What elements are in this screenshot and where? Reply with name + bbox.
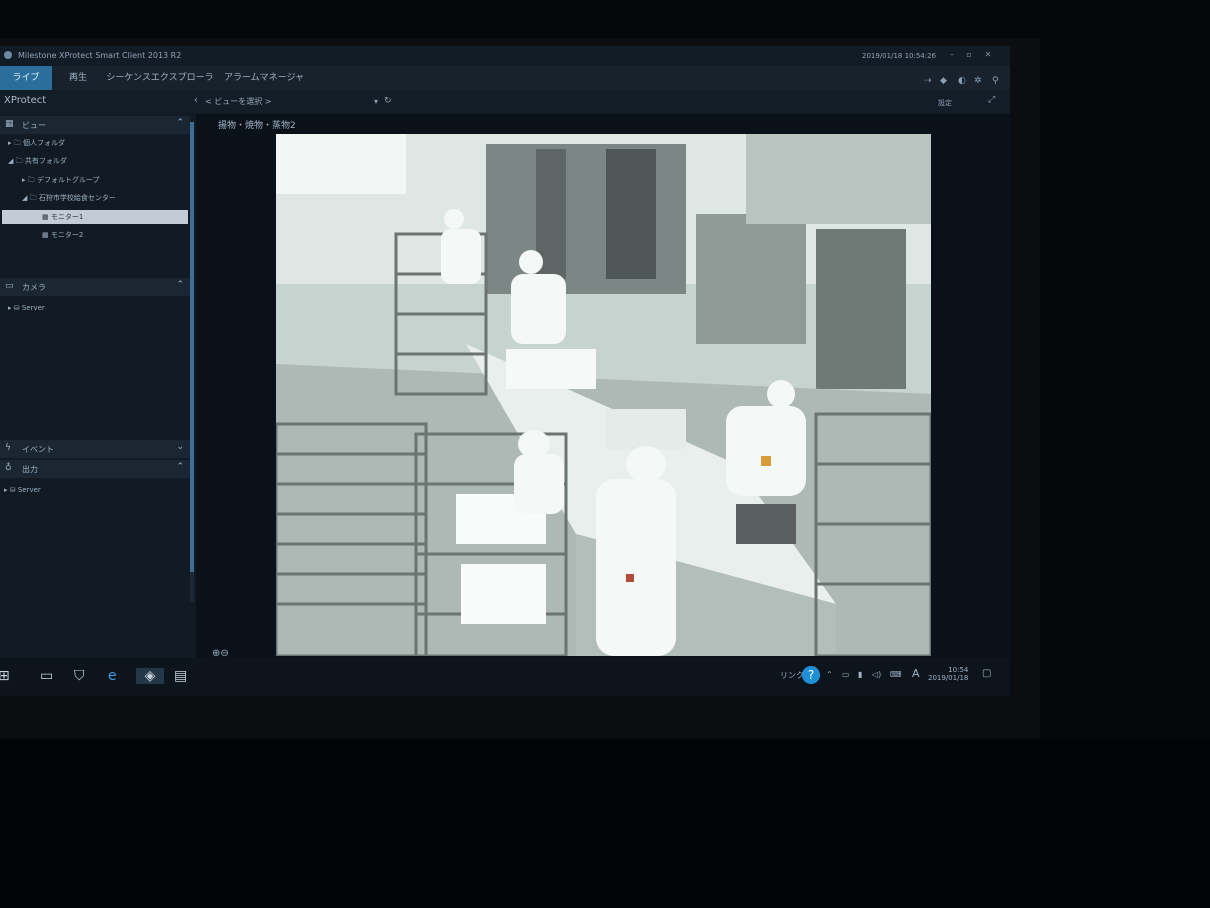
views-panel-header[interactable]: ▦ ビュー ⌃ (0, 116, 190, 134)
camera-icon: ▭ (5, 281, 14, 291)
event-panel-header[interactable]: ϟ イベント ⌄ (0, 440, 190, 458)
tree-item-label: 共有フォルダ (24, 157, 67, 165)
chevron-up-icon[interactable]: ⌃ (826, 670, 833, 679)
tree-item-private-folder[interactable]: ▸ 🗀 個人フォルダ (8, 138, 65, 152)
notification-icon[interactable]: ▢ (982, 668, 991, 679)
flow-icon[interactable]: ⇢ (924, 76, 932, 88)
main-tabs: ライブ 再生 シーケンスエクスプローラ アラームマネージャ (0, 66, 1010, 90)
camera-feed[interactable] (276, 134, 931, 656)
tree-item-camera-server[interactable]: ▸ ⛁ Server (8, 304, 45, 318)
setup-button[interactable]: 設定 (938, 98, 952, 108)
tree-item-output-server[interactable]: ▸ ⛁ Server (4, 486, 41, 500)
camera-title: 揚物・焼物・蒸物2 (218, 121, 296, 131)
camera-panel-title: カメラ (22, 283, 46, 292)
camera-feed-image (276, 134, 931, 656)
camera-panel-header[interactable]: ▭ カメラ ⌃ (0, 278, 190, 296)
tree-item-label: モニター1 (50, 213, 84, 221)
pin-icon[interactable]: ◆ (940, 76, 947, 88)
tab-alarm-manager[interactable]: アラームマネージャ (216, 66, 312, 90)
tree-item-default-group[interactable]: ▸ 🗀 デフォルトグループ (22, 175, 100, 189)
app-name: XProtect (4, 95, 47, 106)
lightning-icon: ϟ (5, 443, 11, 453)
file-explorer-icon[interactable]: ▭ (40, 668, 53, 684)
network-icon[interactable]: ▭ (842, 670, 850, 679)
edge-icon[interactable]: e (108, 668, 117, 684)
monitor-screen: Milestone XProtect Smart Client 2013 R2 … (0, 46, 1010, 696)
start-icon[interactable]: ⊞ (0, 668, 10, 684)
help-icon[interactable]: ⚲ (992, 76, 999, 88)
tree-item-label: デフォルトグループ (36, 176, 100, 184)
tree-item-center[interactable]: ◢ 🗀 石狩市学校給食センター (22, 193, 116, 207)
link-label[interactable]: リンク (780, 670, 804, 681)
chevron-up-icon[interactable]: ⌃ (176, 118, 184, 128)
tree-item-shared-folder[interactable]: ◢ 🗀 共有フォルダ (8, 156, 67, 170)
refresh-icon[interactable]: ↻ (384, 96, 392, 106)
scrollbar-thumb[interactable] (190, 122, 194, 572)
tree-item-label: 個人フォルダ (22, 139, 65, 147)
tray-date: 2019/01/18 (928, 674, 969, 682)
fullscreen-icon[interactable]: ⤢ (988, 95, 995, 105)
title-bar: Milestone XProtect Smart Client 2013 R2 … (0, 46, 1010, 66)
gear-icon[interactable]: ✲ (974, 76, 982, 88)
output-panel-title: 出力 (22, 465, 38, 474)
output-panel-header[interactable]: ♁ 出力 ⌃ (0, 460, 190, 478)
tree-item-monitor2[interactable]: ▦ モニター2 (42, 230, 83, 244)
tab-live[interactable]: ライブ (0, 66, 52, 90)
battery-icon[interactable]: ▮ (858, 670, 862, 679)
view-header: XProtect ‹ < ビューを選択 > ▾ ↻ 設定 ⤢ (0, 90, 1010, 114)
xprotect-taskbar-icon[interactable]: ◈ (136, 668, 164, 684)
window-title: Milestone XProtect Smart Client 2013 R2 (18, 51, 182, 60)
grid-icon: ▦ (5, 119, 14, 129)
tab-playback[interactable]: 再生 (52, 66, 104, 90)
view-select-dropdown[interactable]: < ビューを選択 > (205, 96, 272, 107)
left-pane: ▦ ビュー ⌃ ▸ 🗀 個人フォルダ ◢ 🗀 共有フォルダ ▸ 🗀 デフォルトグ… (0, 114, 196, 676)
event-panel-title: イベント (22, 445, 54, 454)
info-icon[interactable]: ◐ (958, 76, 966, 88)
title-clock: 2019/01/18 10:54:26 (862, 52, 937, 60)
close-icon[interactable]: ✕ (981, 50, 995, 62)
left-scrollbar[interactable] (190, 122, 194, 602)
store-icon[interactable]: ⛉ (74, 668, 85, 684)
views-panel-title: ビュー (22, 121, 46, 130)
keyboard-icon[interactable]: ⌨ (890, 670, 902, 679)
taskbar: ⊞ ▭ ⛉ e ◈ ▤ リンク ? ⌃ ▭ ▮ ◁) ⌨ A 10:54 201… (0, 658, 1010, 696)
bulb-icon: ♁ (5, 463, 12, 473)
desk-surface (0, 740, 1210, 908)
minimize-icon[interactable]: – (945, 50, 959, 62)
app-icon (4, 51, 12, 59)
tree-item-label: モニター2 (50, 231, 84, 239)
tree-item-label: Server (17, 486, 41, 494)
ime-indicator[interactable]: A (912, 667, 920, 680)
tab-sequence-explorer[interactable]: シーケンスエクスプローラ (104, 66, 216, 90)
chevron-down-icon[interactable]: ⌄ (176, 442, 184, 452)
volume-icon[interactable]: ◁) (872, 670, 881, 679)
tree-item-label: 石狩市学校給食センター (38, 194, 116, 202)
chevron-up-icon[interactable]: ⌃ (176, 462, 184, 472)
chevron-down-icon[interactable]: ▾ (374, 97, 378, 106)
tray-time: 10:54 (948, 666, 969, 674)
clapper-icon[interactable]: ▤ (174, 668, 187, 684)
restore-icon[interactable]: ▫ (962, 50, 976, 62)
tree-item-label: Server (21, 304, 45, 312)
chevron-left-icon[interactable]: ‹ (194, 95, 198, 106)
tree-item-monitor1[interactable]: ▦ モニター1 (2, 210, 188, 224)
tray-clock[interactable]: 10:54 2019/01/18 (928, 666, 968, 682)
help-button[interactable]: ? (802, 666, 820, 684)
chevron-up-icon[interactable]: ⌃ (176, 280, 184, 290)
